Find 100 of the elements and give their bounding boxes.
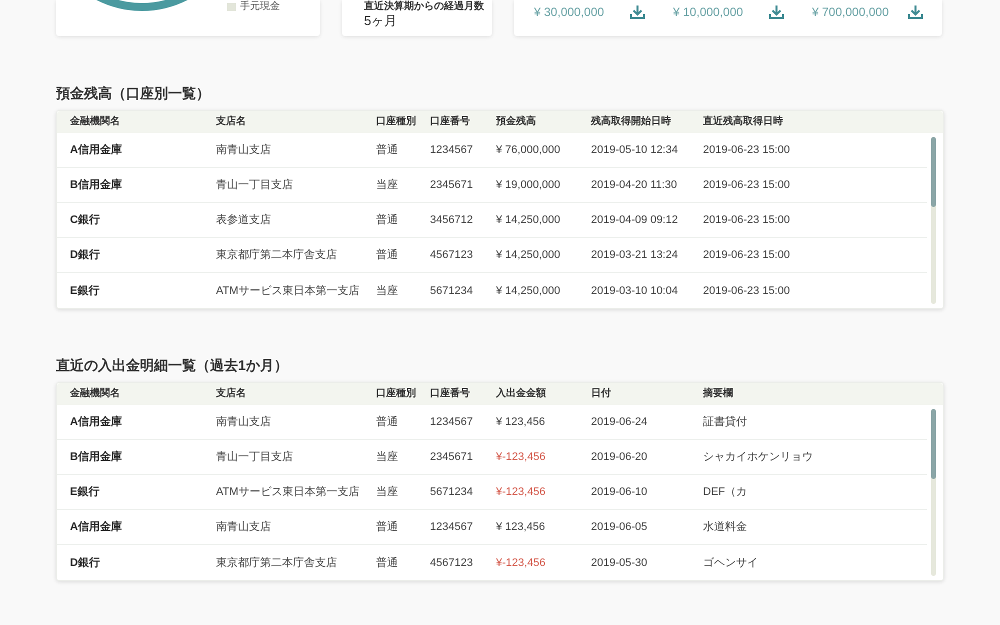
table-cell: A信用金庫 [70, 143, 122, 157]
table-cell: 当座 [376, 178, 398, 192]
table-cell: 普通 [376, 415, 398, 429]
amount-value: ¥ 700,000,000 [812, 5, 889, 19]
table-cell: 1234567 [430, 143, 473, 157]
legend-swatch-icon [227, 3, 236, 11]
table-cell: 青山一丁目支店 [216, 178, 293, 192]
table-cell: 普通 [376, 143, 398, 157]
table-cell: E銀行 [70, 284, 100, 298]
table-cell: 2019-04-20 11:30 [591, 178, 678, 192]
table-cell: 2019-06-23 15:00 [703, 178, 790, 192]
table-cell: 当座 [376, 284, 398, 298]
column-header: 摘要欄 [703, 389, 733, 399]
column-header: 入出金金額 [496, 389, 546, 399]
amount-value: ¥ 30,000,000 [534, 5, 604, 19]
column-header: 直近残高取得日時 [703, 117, 783, 127]
table-cell: B信用金庫 [70, 450, 122, 464]
table-cell: 2019-06-20 [591, 450, 648, 464]
table-cell: 4567123 [430, 556, 473, 570]
table-cell: 2019-06-23 15:00 [703, 248, 790, 262]
table-cell: 2019-03-10 10:04 [591, 284, 678, 298]
table-cell: ¥ 123,456 [496, 520, 545, 534]
table-cell: 2019-05-30 [591, 556, 648, 570]
table-cell: 2019-04-09 09:12 [591, 213, 678, 227]
table-cell: ATMサービス東日本第一支店 [216, 485, 360, 499]
scrollbar-track[interactable] [931, 409, 936, 576]
table-cell: 2019-06-23 15:00 [703, 284, 790, 298]
download-icon[interactable] [908, 5, 923, 19]
section-title: 直近の入出金明細一覧（過去1か月） [56, 357, 288, 373]
table-cell: 2019-06-23 15:00 [703, 143, 790, 157]
table-cell: C銀行 [70, 213, 100, 227]
table-cell: 1234567 [430, 520, 473, 534]
table-cell: D銀行 [70, 556, 100, 570]
table-cell: 普通 [376, 556, 398, 570]
table-cell: ¥ 14,250,000 [496, 213, 560, 227]
column-header: 金融機関名 [70, 117, 120, 127]
table-cell: ゴヘンサイ [703, 556, 758, 570]
table-cell: 東京都庁第二本庁舎支店 [216, 556, 337, 570]
column-header: 支店名 [216, 389, 246, 399]
table-cell: 2019-06-23 15:00 [703, 213, 790, 227]
table-cell: E銀行 [70, 485, 100, 499]
table-cell: 当座 [376, 450, 398, 464]
table-cell: A信用金庫 [70, 415, 122, 429]
legend-label: 手元現金 [240, 1, 280, 13]
table-cell: ¥ 14,250,000 [496, 284, 560, 298]
table-cell: 水道料金 [703, 520, 747, 534]
download-icon[interactable] [630, 5, 645, 19]
table-cell: 2019-05-10 12:34 [591, 143, 678, 157]
table-cell: 東京都庁第二本庁舎支店 [216, 248, 337, 262]
table-cell: シャカイホケンリョウ [703, 450, 813, 464]
table-cell: ¥ 19,000,000 [496, 178, 560, 192]
table-cell: B信用金庫 [70, 178, 122, 192]
amount-value: ¥ 10,000,000 [673, 5, 744, 19]
column-header: 残高取得開始日時 [591, 117, 671, 127]
table-cell: ¥ 14,250,000 [496, 248, 560, 262]
scrollbar-track[interactable] [931, 137, 936, 304]
scrollbar-thumb[interactable] [931, 409, 936, 479]
table-cell: 普通 [376, 213, 398, 227]
column-header: 預金残高 [496, 117, 536, 127]
table-cell: 5671234 [430, 485, 473, 499]
table-cell: ¥ 76,000,000 [496, 143, 560, 157]
table-cell: 2019-06-10 [591, 485, 648, 499]
table-cell: 2345671 [430, 178, 473, 192]
column-header: 口座番号 [430, 117, 470, 127]
scrollbar-thumb[interactable] [931, 137, 936, 207]
table-cell: ¥-123,456 [496, 556, 546, 570]
table-cell: 4567123 [430, 248, 473, 262]
table-cell: 2019-06-05 [591, 520, 648, 534]
table-cell: 2019-06-24 [591, 415, 648, 429]
table-cell: ¥-123,456 [496, 485, 546, 499]
table-cell: 1234567 [430, 415, 473, 429]
column-header: 口座種別 [376, 117, 416, 127]
table-cell: 3456712 [430, 213, 473, 227]
table-cell: 表参道支店 [216, 213, 271, 227]
table-cell: 青山一丁目支店 [216, 450, 293, 464]
column-header: 支店名 [216, 117, 246, 127]
table-cell: 5671234 [430, 284, 473, 298]
download-icon[interactable] [769, 5, 784, 19]
table-cell: 南青山支店 [216, 415, 271, 429]
months-value: 5ヶ月 [364, 13, 398, 28]
table-cell: DEF（カ [703, 485, 747, 499]
table-cell: 普通 [376, 520, 398, 534]
table-cell: A信用金庫 [70, 520, 122, 534]
table-cell: 南青山支店 [216, 520, 271, 534]
table-cell: ¥-123,456 [496, 450, 546, 464]
table-cell: 証書貸付 [703, 415, 747, 429]
column-header: 口座種別 [376, 389, 416, 399]
table-cell: 2345671 [430, 450, 473, 464]
table-cell: 当座 [376, 485, 398, 499]
table-cell: 南青山支店 [216, 143, 271, 157]
section-title: 預金残高（口座別一覧） [56, 85, 210, 101]
column-header: 日付 [591, 389, 611, 399]
table-cell: ¥ 123,456 [496, 415, 545, 429]
table-cell: ATMサービス東日本第一支店 [216, 284, 360, 298]
months-label: 直近決算期からの経過月数 [364, 1, 484, 13]
table-cell: 2019-03-21 13:24 [591, 248, 678, 262]
table-cell: D銀行 [70, 248, 100, 262]
table-cell: 普通 [376, 248, 398, 262]
column-header: 金融機関名 [70, 389, 120, 399]
column-header: 口座番号 [430, 389, 470, 399]
